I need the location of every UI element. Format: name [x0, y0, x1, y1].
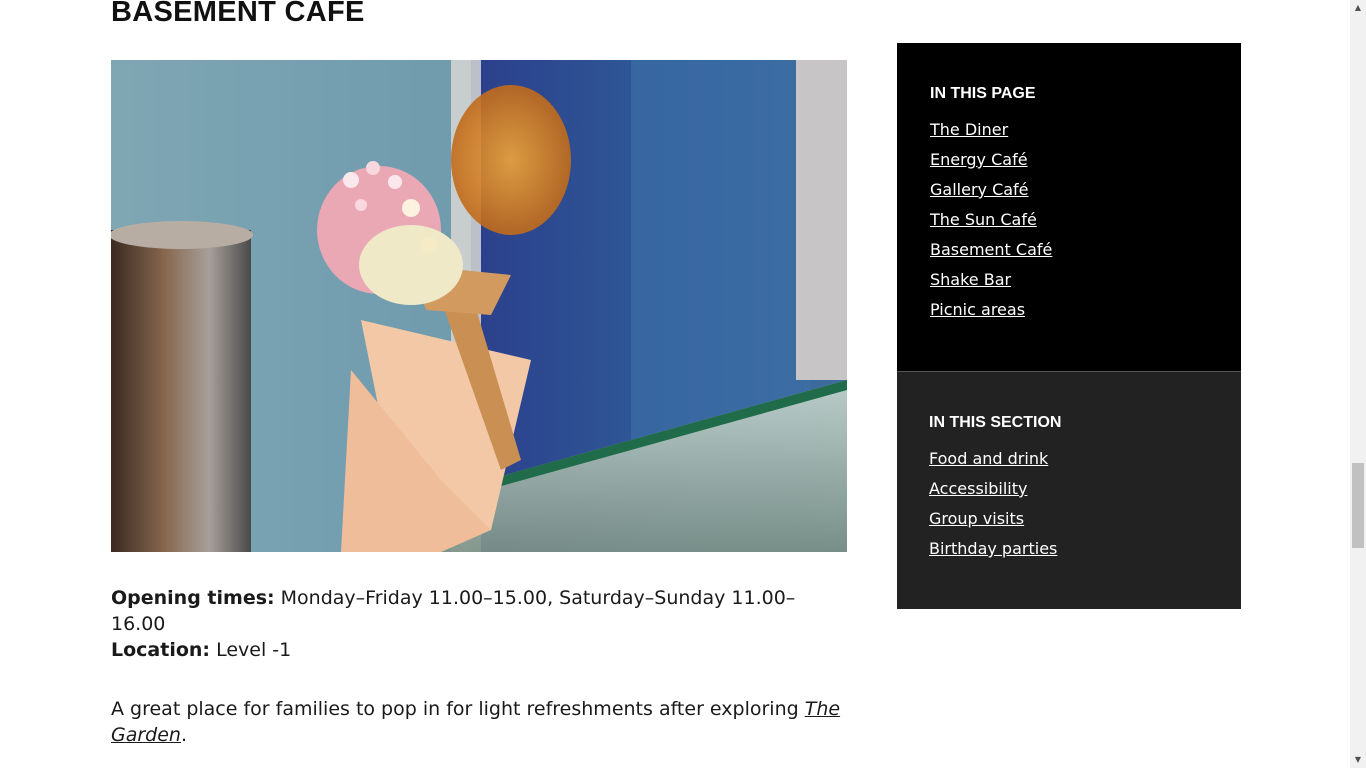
description-suffix: .	[180, 724, 188, 746]
opening-times-label: Opening times:	[111, 587, 275, 609]
location-value: Level -1	[216, 639, 292, 661]
list-item: Picnic areas	[930, 295, 1052, 325]
list-item: Accessibility	[929, 474, 1057, 504]
in-this-page-title: IN THIS PAGE	[930, 85, 1036, 102]
opening-times: Opening times: Monday–Friday 11.00–15.00…	[111, 585, 847, 637]
in-this-section-panel: IN THIS SECTION Food and drink Accessibi…	[897, 372, 1241, 609]
vertical-scrollbar[interactable]: ▲ ▼	[1350, 0, 1366, 768]
hero-image	[111, 60, 847, 552]
link-basement-cafe[interactable]: Basement Café	[930, 240, 1052, 259]
list-item: Basement Café	[930, 235, 1052, 265]
link-group-visits[interactable]: Group visits	[929, 509, 1024, 528]
list-item: The Sun Café	[930, 205, 1052, 235]
in-this-page-list: The Diner Energy Café Gallery Café The S…	[930, 115, 1052, 325]
link-shake-bar[interactable]: Shake Bar	[930, 270, 1011, 289]
link-the-sun-cafe[interactable]: The Sun Café	[930, 210, 1037, 229]
scroll-down-icon[interactable]: ▼	[1350, 752, 1366, 768]
cafe-description: A great place for families to pop in for…	[111, 696, 847, 748]
list-item: Birthday parties	[929, 534, 1057, 564]
link-the-diner[interactable]: The Diner	[930, 120, 1008, 139]
location-label: Location:	[111, 639, 211, 661]
list-item: Energy Café	[930, 145, 1052, 175]
in-this-section-title: IN THIS SECTION	[929, 414, 1062, 431]
list-item: Food and drink	[929, 444, 1057, 474]
location: Location: Level -1	[111, 637, 847, 663]
ice-cream-photo	[111, 60, 847, 552]
cafe-info: Opening times: Monday–Friday 11.00–15.00…	[111, 585, 847, 663]
link-energy-cafe[interactable]: Energy Café	[930, 150, 1028, 169]
list-item: Gallery Café	[930, 175, 1052, 205]
link-birthday-parties[interactable]: Birthday parties	[929, 539, 1057, 558]
link-food-and-drink[interactable]: Food and drink	[929, 449, 1048, 468]
in-this-section-list: Food and drink Accessibility Group visit…	[929, 444, 1057, 564]
link-picnic-areas[interactable]: Picnic areas	[930, 300, 1025, 319]
list-item: The Diner	[930, 115, 1052, 145]
page-section-heading: BASEMENT CAFE	[111, 0, 365, 28]
link-accessibility[interactable]: Accessibility	[929, 479, 1027, 498]
scrollbar-thumb[interactable]	[1352, 463, 1364, 548]
description-text: A great place for families to pop in for…	[111, 698, 805, 720]
in-this-page-panel: IN THIS PAGE The Diner Energy Café Galle…	[897, 43, 1241, 372]
link-gallery-cafe[interactable]: Gallery Café	[930, 180, 1029, 199]
list-item: Group visits	[929, 504, 1057, 534]
scroll-up-icon[interactable]: ▲	[1350, 0, 1366, 16]
list-item: Shake Bar	[930, 265, 1052, 295]
